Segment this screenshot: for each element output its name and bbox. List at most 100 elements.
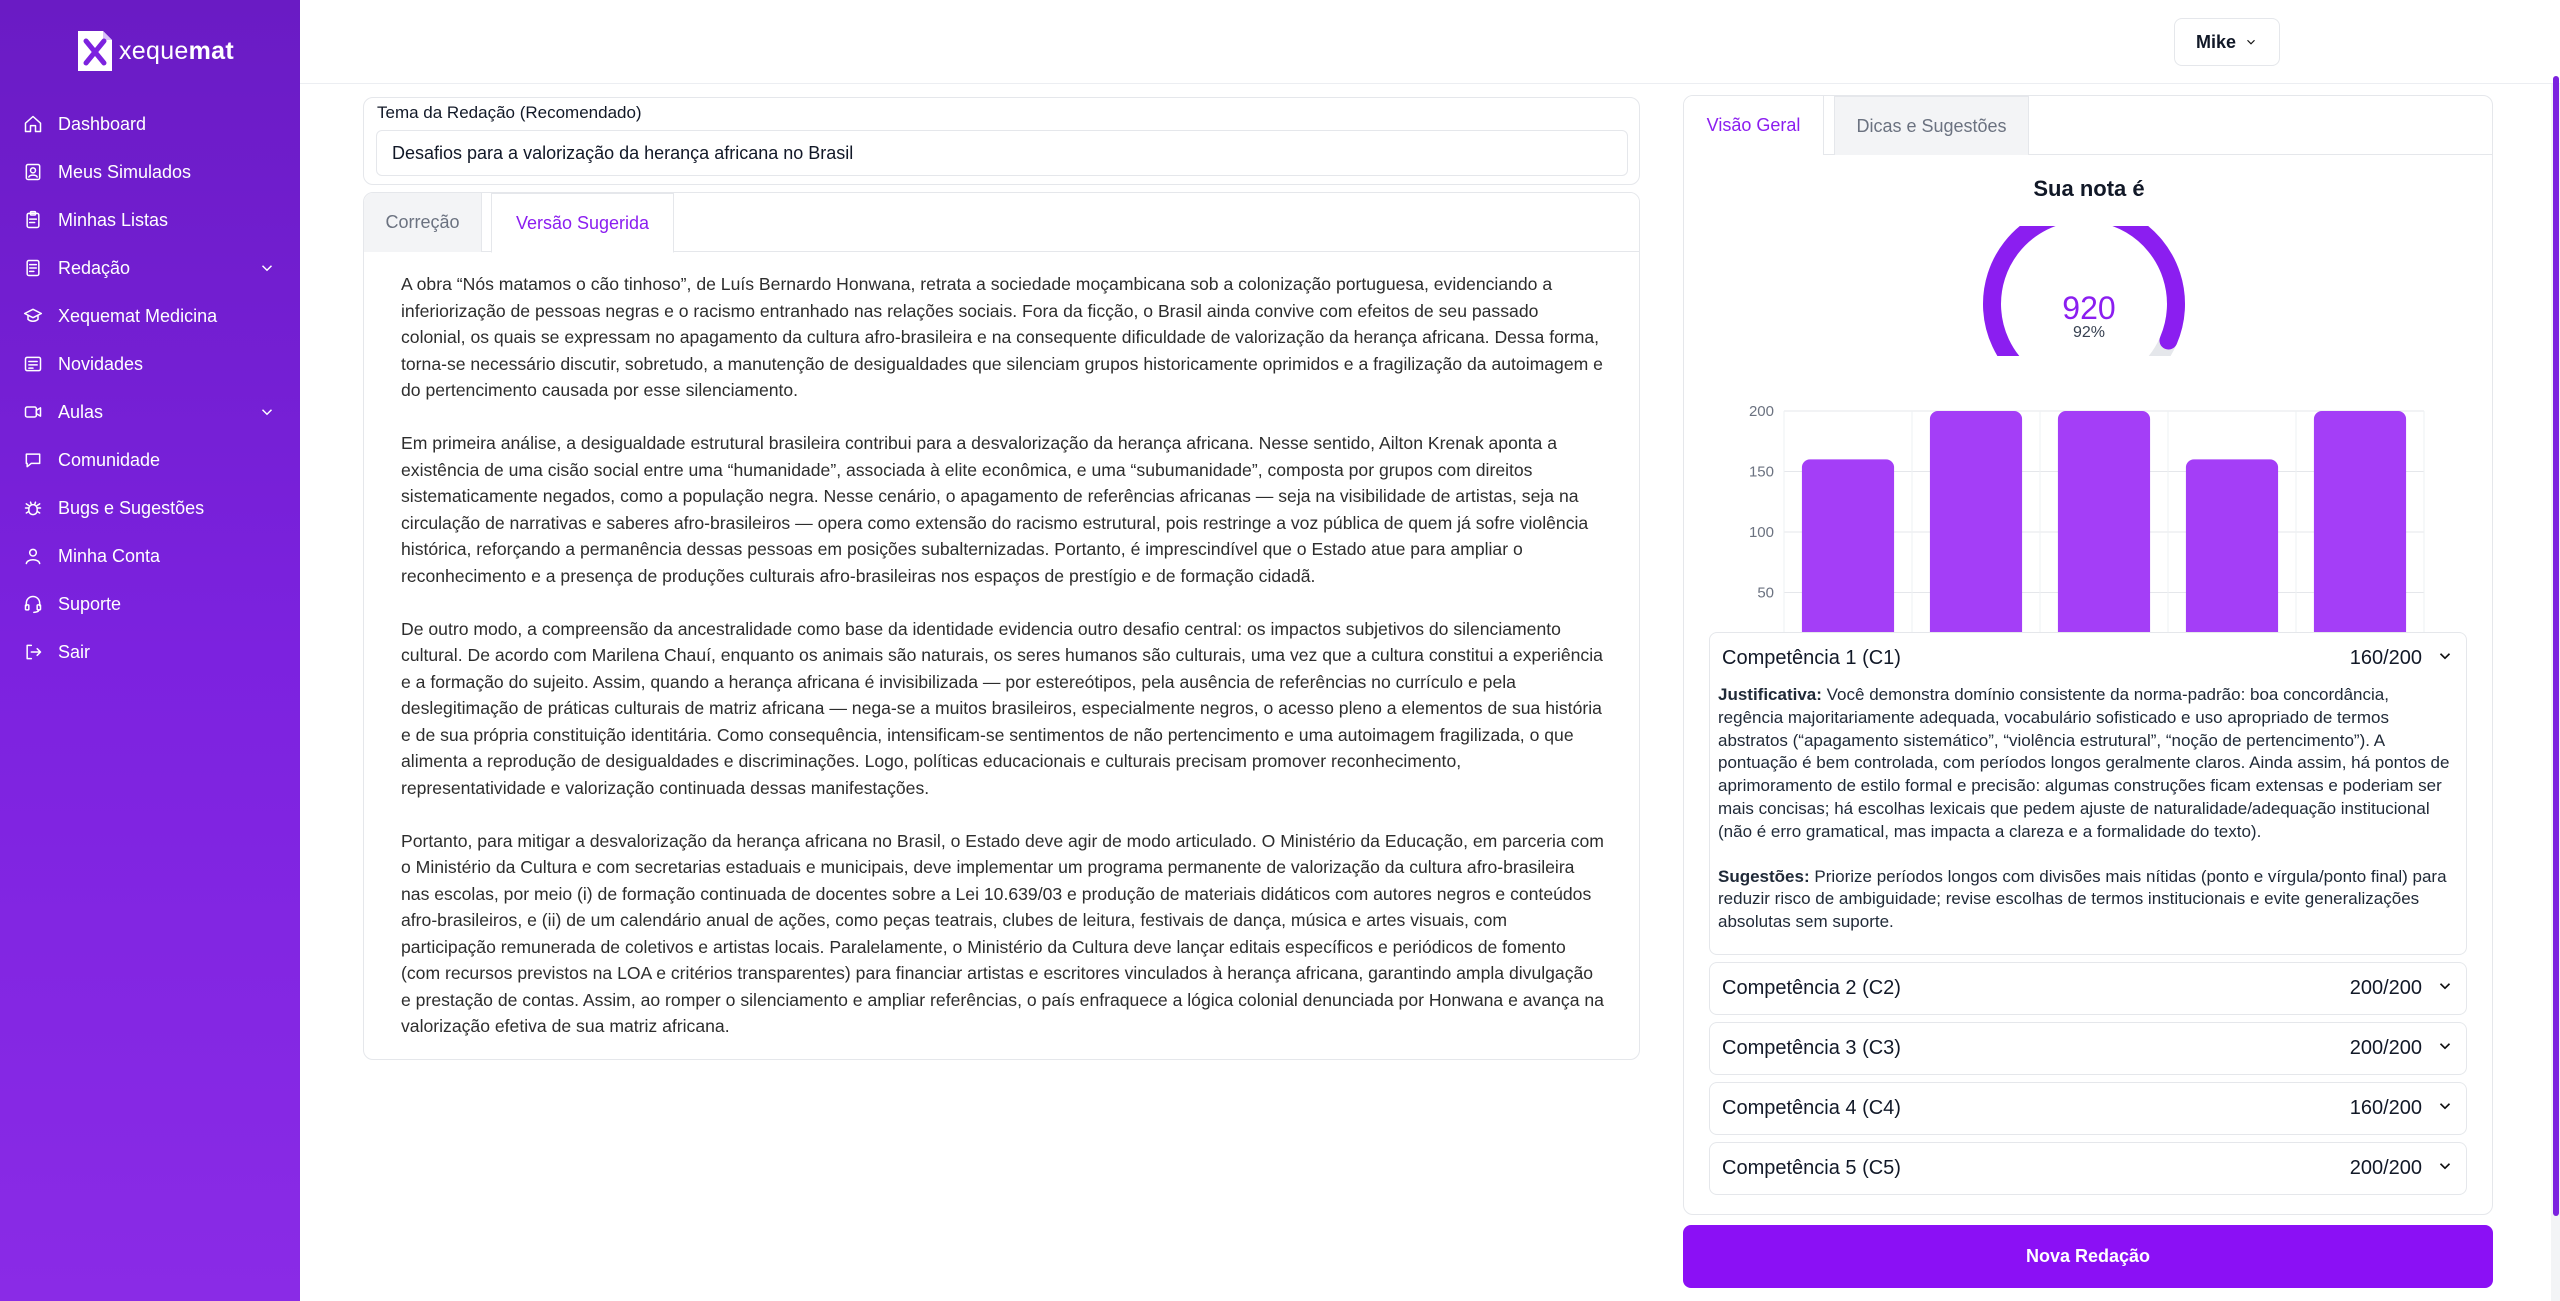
competency-score: 160/200 <box>2349 647 2422 669</box>
sidebar-item-suporte[interactable]: Suporte <box>0 580 300 628</box>
competency-item-c1: Competência 1 (C1) 160/200 Justificativa… <box>1709 632 2467 955</box>
competency-score: 160/200 <box>2349 1096 2422 1119</box>
sidebar-item-label: Sair <box>58 641 91 662</box>
sidebar-item-bugs-e-sugestoes[interactable]: Bugs e Sugestões <box>0 484 300 532</box>
tab-dicas-e-sugestoes[interactable]: Dicas e Sugestões <box>1834 96 2029 155</box>
competency-header-c2[interactable]: Competência 2 (C2) 200/200 <box>1710 963 2466 1014</box>
sidebar-item-label: Xequemat Medicina <box>58 305 218 326</box>
chevron-down-icon[interactable] <box>258 403 276 421</box>
user-menu-button[interactable]: Mike <box>2174 18 2280 66</box>
bar-c5[interactable] <box>2313 411 2407 653</box>
theme-input[interactable] <box>376 130 1628 176</box>
bar-c4[interactable] <box>2185 459 2279 653</box>
competency-title: Competência 1 (C1) <box>1722 647 1901 669</box>
document-icon <box>22 257 44 279</box>
score-value: 920 <box>2062 290 2116 326</box>
nova-redacao-button[interactable]: Nova Redação <box>1683 1225 2493 1288</box>
sidebar-item-xequemat-medicina[interactable]: Xequemat Medicina <box>0 292 300 340</box>
sidebar-item-label: Meus Simulados <box>58 161 192 182</box>
competency-header-c1[interactable]: Competência 1 (C1) 160/200 <box>1710 633 2466 684</box>
chevron-down-icon <box>2436 647 2454 670</box>
graduation-cap-icon <box>22 305 44 327</box>
sidebar-item-minha-conta[interactable]: Minha Conta <box>0 532 300 580</box>
competency-item-c4: Competência 4 (C4) 160/200 <box>1709 1081 2467 1135</box>
bug-icon <box>22 497 44 519</box>
bar-c3[interactable] <box>2057 411 2151 653</box>
tab-visao-geral[interactable]: Visão Geral <box>1684 96 1824 155</box>
sidebar-item-sair[interactable]: Sair <box>0 628 300 676</box>
competency-title: Competência 3 (C3) <box>1722 1036 1901 1059</box>
competency-item-c2: Competência 2 (C2) 200/200 <box>1709 961 2467 1015</box>
competency-accordion: Competência 1 (C1) 160/200 Justificativa… <box>1709 632 2467 1202</box>
y-tick-label: 150 <box>1749 464 1774 481</box>
competency-header-c3[interactable]: Competência 3 (C3) 200/200 <box>1710 1023 2466 1074</box>
clipboard-icon <box>22 209 44 231</box>
support-icon <box>22 593 44 615</box>
sidebar-item-aulas[interactable]: Aulas <box>0 388 300 436</box>
sidebar-nav: Dashboard Meus Simulados Minhas Listas R… <box>0 100 300 676</box>
logo-text-prefix: xeque <box>119 36 189 65</box>
y-tick-label: 100 <box>1749 524 1774 541</box>
competency-title: Competência 4 (C4) <box>1722 1096 1901 1119</box>
sidebar-item-label: Aulas <box>58 401 104 422</box>
competency-title: Competência 2 (C2) <box>1722 976 1901 999</box>
video-icon <box>22 401 44 423</box>
sidebar-item-label: Minha Conta <box>58 545 161 566</box>
essay-paragraph: Portanto, para mitigar a desvalorização … <box>401 830 1604 1037</box>
theme-label: Tema da Redação (Recomendado) <box>377 103 642 122</box>
suggestions: Sugestões: Priorize períodos longos com … <box>1718 866 2454 934</box>
bar-c2[interactable] <box>1929 411 2023 653</box>
sidebar-item-dashboard[interactable]: Dashboard <box>0 100 300 148</box>
essay-tabs: Correção Versão Sugerida <box>364 193 1639 253</box>
sidebar-item-label: Redação <box>58 257 131 278</box>
logout-icon <box>22 641 44 663</box>
xequemat-logo[interactable]: xequemat <box>75 28 234 74</box>
results-card: Visão Geral Dicas e Sugestões Sua nota é… <box>1683 95 2493 1215</box>
chat-icon <box>22 449 44 471</box>
justification-label: Justificativa: <box>1718 685 1822 704</box>
sidebar-item-label: Minhas Listas <box>58 209 169 230</box>
competency-score: 200/200 <box>2349 1156 2422 1179</box>
news-icon <box>22 353 44 375</box>
competency-body-c1: Justificativa: Você demonstra domínio co… <box>1710 684 2466 954</box>
tab-versao-sugerida[interactable]: Versão Sugerida <box>491 193 674 253</box>
sidebar-item-label: Novidades <box>58 353 144 374</box>
suggestions-label: Sugestões: <box>1718 866 1810 886</box>
y-tick-label: 50 <box>1757 585 1774 602</box>
score-title: Sua nota é <box>2033 176 2145 201</box>
sidebar-item-label: Comunidade <box>58 449 161 470</box>
sidebar-item-label: Dashboard <box>58 113 147 134</box>
competency-header-c5[interactable]: Competência 5 (C5) 200/200 <box>1710 1143 2466 1194</box>
essay-paragraph: Em primeira análise, a desigualdade estr… <box>401 433 1589 586</box>
home-icon <box>22 113 44 135</box>
competency-score: 200/200 <box>2349 976 2422 999</box>
tab-correcao[interactable]: Correção <box>364 193 482 252</box>
sidebar-item-minhas-listas[interactable]: Minhas Listas <box>0 196 300 244</box>
competency-title: Competência 5 (C5) <box>1722 1156 1901 1179</box>
chevron-down-icon <box>2436 1097 2454 1120</box>
page-scrollbar-thumb[interactable] <box>2553 76 2559 1216</box>
top-header: Mike <box>300 0 2560 84</box>
competency-score: 200/200 <box>2349 1036 2422 1059</box>
essay-paragraph: A obra “Nós matamos o cão tinhoso”, de L… <box>401 274 1603 400</box>
chevron-down-icon <box>2436 1037 2454 1060</box>
essay-text: A obra “Nós matamos o cão tinhoso”, de L… <box>401 271 1606 1059</box>
chevron-down-icon <box>2436 977 2454 1000</box>
essay-paragraph: De outro modo, a compreensão da ancestra… <box>401 618 1603 798</box>
justification-text: Você demonstra domínio consistente da no… <box>1718 685 2450 841</box>
chevron-down-icon[interactable] <box>258 259 276 277</box>
competency-item-c3: Competência 3 (C3) 200/200 <box>1709 1021 2467 1075</box>
bar-c1[interactable] <box>1801 459 1895 653</box>
chevron-down-icon <box>2247 39 2255 45</box>
sidebar-item-redacao[interactable]: Redação <box>0 244 300 292</box>
sidebar-item-comunidade[interactable]: Comunidade <box>0 436 300 484</box>
logo-text-suffix: mat <box>188 36 234 65</box>
sidebar-item-label: Bugs e Sugestões <box>58 497 205 518</box>
suggestions-text: Priorize períodos longos com divisões ma… <box>1718 866 2447 932</box>
user-icon <box>22 545 44 567</box>
competency-header-c4[interactable]: Competência 4 (C4) 160/200 <box>1710 1083 2466 1134</box>
sidebar-item-meus-simulados[interactable]: Meus Simulados <box>0 148 300 196</box>
sidebar-item-novidades[interactable]: Novidades <box>0 340 300 388</box>
results-tabs: Visão Geral Dicas e Sugestões <box>1684 96 2492 155</box>
sidebar: xequemat Dashboard Meus Simulados Minhas… <box>0 0 300 1301</box>
